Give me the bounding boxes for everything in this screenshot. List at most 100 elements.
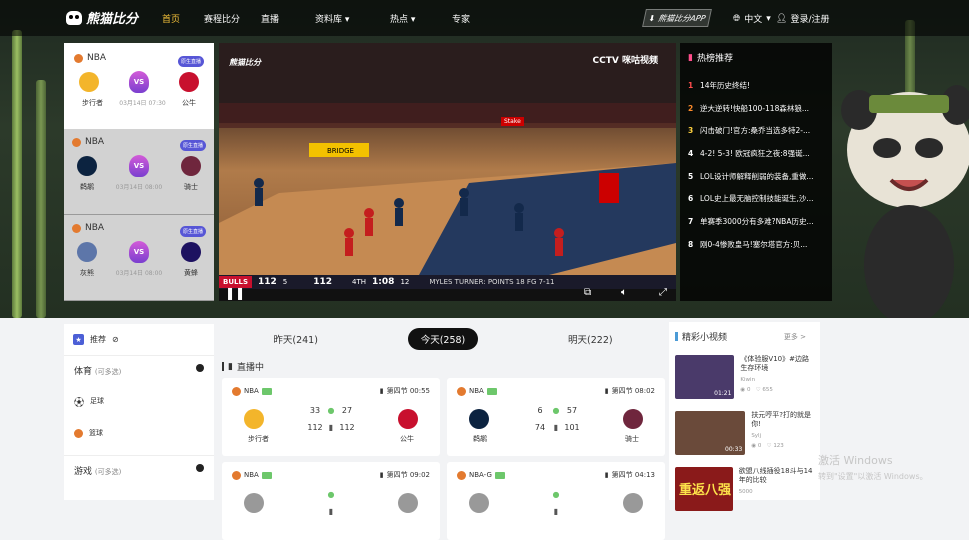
picture-in-picture-icon[interactable]: ⧉ — [584, 287, 591, 298]
short-video-panel: 精彩小视频 更多 > 01:21 《体验服V10》#边路生存环境 Kiwin ◉ 0… — [669, 322, 820, 511]
recommend-tab[interactable]: ★ 推荐 ⊘ — [64, 324, 214, 356]
player-logo-watermark: 熊猫比分 — [229, 58, 261, 67]
video-title: 欲盟八线插役18斗与14年的比较 — [738, 467, 813, 485]
video-thumbnail[interactable]: 01:21 — [675, 355, 735, 399]
more-videos-link[interactable]: 更多 > — [784, 332, 806, 342]
away-team-logo-icon — [398, 409, 418, 429]
hot-list-item[interactable]: 3 闪击破门!官方:桑乔当选多特2-... — [688, 119, 824, 142]
volume-icon[interactable]: 🔈︎ — [621, 287, 627, 298]
hot-list-item[interactable]: 2 逆大逆转!快船100-118森林狼... — [688, 97, 824, 120]
sidebar-item-football[interactable]: ⚽︎ 足球 — [64, 385, 214, 417]
hot-item-title: 闪击破门!官方:桑乔当选多特2-... — [700, 126, 811, 136]
date-tabs: 昨天(241) 今天(258) 明天(222) — [222, 328, 664, 350]
hot-list-item[interactable]: 7 单赛季3000分有多难?NBA历史... — [688, 210, 824, 233]
download-app-button[interactable]: ⬇ 熊猫比分APP — [642, 9, 712, 27]
hot-item-title: 逆大逆转!快船100-118森林狼... — [700, 103, 809, 113]
video-item[interactable]: 重返八强 欲盟八线插役18斗与14年的比较 5000 — [675, 467, 814, 511]
league-name: NBA — [244, 471, 259, 479]
recommend-label: 推荐 — [90, 335, 106, 344]
sidebar-item-basketball[interactable]: 篮球 — [64, 417, 214, 449]
home-quarter-score — [530, 490, 550, 499]
league-name: NBA — [244, 387, 259, 395]
home-team-logo-icon — [244, 409, 264, 429]
language-selector[interactable]: 🌐︎ 中文 ▾ — [733, 12, 771, 26]
video-author: Kiwin — [740, 376, 756, 383]
live-match-card[interactable]: NBA ▮ 第四节 00:55 33 ● 27 112 ▮ 112 步行者 公牛 — [222, 378, 440, 456]
rank-number: 2 — [688, 103, 694, 113]
nav-hot[interactable]: 热点 ▾ — [390, 12, 415, 25]
home-total-score — [305, 507, 325, 516]
hot-item-title: 单赛季3000分有多难?NBA历史... — [700, 216, 814, 226]
video-frame: BRIDGE 熊猫比分 CCTV 咪咕视频 Stake — [219, 43, 676, 275]
vs-icon: VS — [129, 155, 149, 177]
video-title: 扶元哼平?打的就是你! — [751, 411, 812, 429]
video-item[interactable]: 00:33 扶元哼平?打的就是你! Sylj ◉ 0 ♡ 123 — [675, 411, 814, 455]
basketball-icon — [457, 470, 466, 480]
view-count: 0 — [746, 387, 751, 394]
game-clock: 1:08 — [372, 277, 395, 287]
view-count: 0 — [757, 443, 762, 450]
hot-title: ▮ 热榜推荐 — [688, 51, 824, 65]
quarter-icon: ● — [552, 490, 560, 499]
nav-live[interactable]: 直播 — [261, 12, 279, 25]
fullscreen-icon[interactable]: ⤢ — [659, 287, 667, 298]
sports-section-header[interactable]: 体育 (可多选) — [64, 356, 214, 385]
away-team-name: 骑士 — [184, 183, 198, 191]
hot-list-item[interactable]: 1 14年历史终结! — [688, 74, 824, 97]
football-label: 足球 — [90, 397, 104, 405]
nav-experts[interactable]: 专家 — [452, 12, 470, 25]
away-quarter-score — [562, 490, 582, 499]
eye-icon: ◉ — [751, 443, 757, 450]
league-name: NBA — [85, 137, 105, 147]
match-card[interactable]: NBA 原生直播 VS 步行者 03月14日 07:30 公牛 — [64, 43, 214, 129]
video-author: Sylj — [751, 432, 762, 439]
live-title-text: 直播中 — [236, 363, 264, 373]
nav-database[interactable]: 资料库 ▾ — [315, 12, 349, 25]
tab-tomorrow[interactable]: 明天(222) — [555, 328, 626, 350]
live-match-card[interactable]: NBA-G ▮ 第四节 04:13 ● ▮ — [447, 462, 665, 540]
home-team-logo-icon — [77, 156, 97, 176]
match-card[interactable]: NBA 原生直播 VS 灰熊 03月14日 08:00 黄蜂 — [64, 215, 214, 301]
games-section-header[interactable]: 游戏 (可多选) — [64, 455, 214, 485]
home-quarter-score — [305, 490, 325, 499]
league-name: NBA — [469, 387, 484, 395]
home-team-name: 灰熊 — [80, 269, 94, 277]
away-team-logo-icon — [179, 72, 199, 92]
quarter-icon: ● — [552, 406, 560, 415]
collapse-icon[interactable] — [196, 464, 204, 472]
thumb-up-icon: ♡ — [755, 387, 761, 394]
tab-yesterday[interactable]: 昨天(241) — [260, 328, 331, 350]
away-team-name: 骑士 — [625, 435, 639, 443]
live-badge: 原生直播 — [179, 226, 206, 237]
score-home-fouls: 5 — [282, 278, 288, 286]
hot-list-item[interactable]: 8 刚0-4惨败皇马!塞尔塔官方:贝... — [688, 233, 824, 256]
hot-list-item[interactable]: 4 4-2! 5-3! 欧冠疯狂之夜:8强诞... — [688, 142, 824, 165]
live-stream-icon — [261, 471, 272, 479]
live-match-card[interactable]: NBA ▮ 第四节 08:02 6 ● 57 74 ▮ 101 鹈鹕 骑士 — [447, 378, 665, 456]
nav-home[interactable]: 首页 — [162, 12, 180, 25]
home-team-logo-icon — [79, 72, 99, 92]
video-item[interactable]: 01:21 《体验服V10》#边路生存环境 Kiwin ◉ 0 ♡ 655 — [675, 355, 814, 399]
login-button[interactable]: 👤︎ 登录/注册 — [776, 12, 829, 26]
rank-number: 1 — [688, 80, 694, 90]
hot-list-item[interactable]: 6 LOL史上最无脑控制技能诞生,沙... — [688, 187, 824, 210]
live-match-card[interactable]: NBA ▮ 第四节 09:02 ● ▮ — [222, 462, 440, 540]
tab-today[interactable]: 今天(258) — [407, 328, 479, 350]
video-player[interactable]: BRIDGE 熊猫比分 CCTV 咪咕视频 Stake BULLS 112 5 … — [219, 43, 676, 301]
live-badge: 原生直播 — [179, 140, 206, 151]
away-quarter-score — [337, 490, 357, 499]
panda-logo-icon — [66, 10, 82, 25]
match-card[interactable]: NBA 原生直播 VS 鹈鹕 03月14日 08:00 骑士 — [64, 129, 214, 215]
user-icon: 👤︎ — [776, 13, 788, 24]
court-ad: Stake — [501, 117, 524, 126]
collapse-icon[interactable] — [196, 364, 204, 372]
pause-icon[interactable]: ❚❚ — [225, 286, 245, 300]
home-team-name: 鹈鹕 — [473, 435, 487, 443]
hot-list-item[interactable]: 5 LOL设计师解释削弱的装备,重做... — [688, 165, 824, 188]
total-icon: ▮ — [328, 507, 334, 516]
video-thumbnail[interactable]: 重返八强 — [675, 467, 733, 511]
nav-schedule[interactable]: 赛程比分 — [204, 12, 240, 25]
basketball-icon — [72, 137, 81, 147]
video-thumbnail[interactable]: 00:33 — [675, 411, 746, 455]
site-logo[interactable]: 熊猫比分 — [66, 8, 138, 27]
